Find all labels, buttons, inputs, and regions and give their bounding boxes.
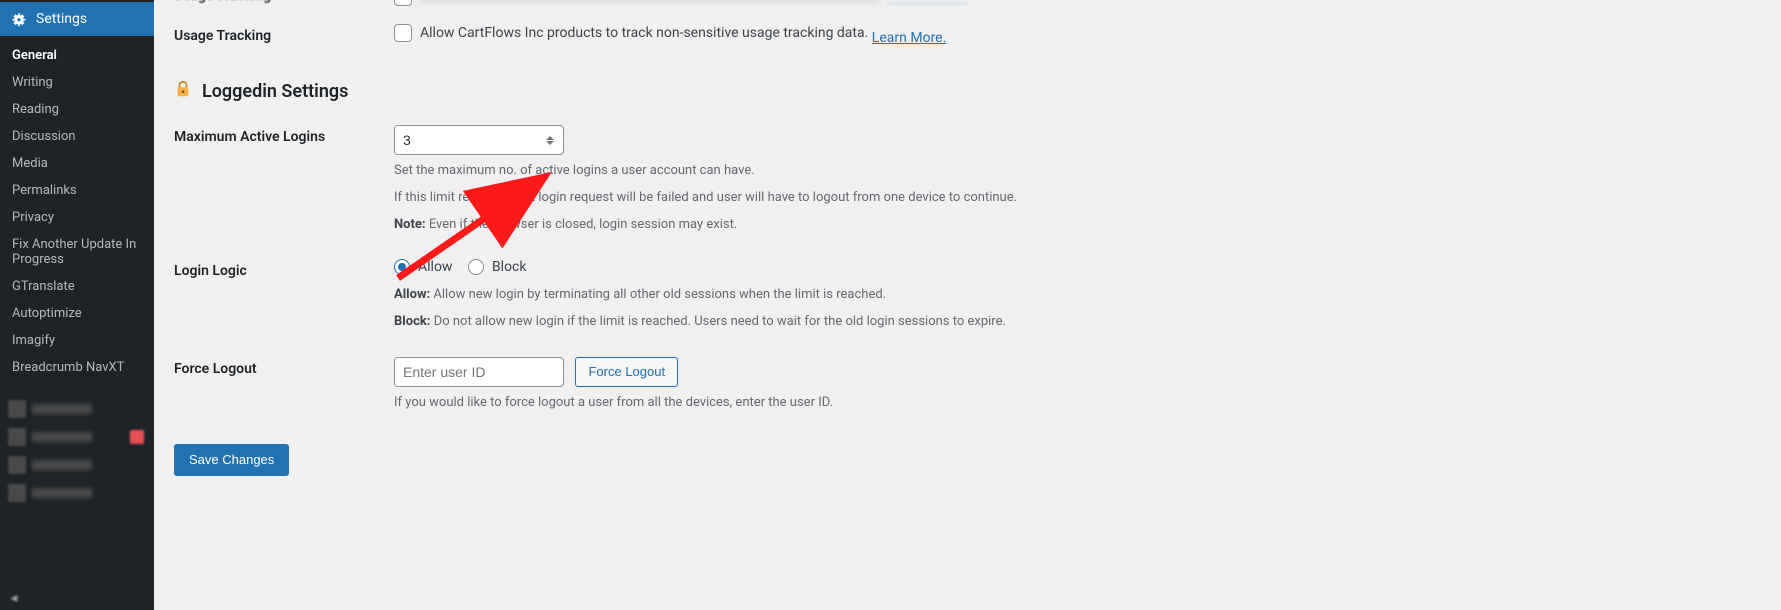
login-logic-allow-title: Allow:: [394, 287, 430, 302]
login-logic-label: Login Logic: [174, 259, 394, 279]
sidebar-item-fix-update[interactable]: Fix Another Update In Progress: [0, 231, 154, 273]
section-loggedin-heading: Loggedin Settings: [174, 80, 1761, 103]
max-logins-desc-2: If this limit reached, next login reques…: [394, 188, 1761, 209]
login-logic-allow-option[interactable]: Allow: [394, 259, 452, 275]
sidebar-item-privacy[interactable]: Privacy: [0, 204, 154, 231]
force-logout-desc: If you would like to force logout a user…: [394, 393, 1761, 414]
usage-tracking-text: Allow CartFlows Inc products to track no…: [420, 25, 868, 41]
settings-main: Usage Tracking Usage Tracking Allow Cart…: [154, 0, 1781, 610]
max-logins-note-text: Even if the browser is closed, login ses…: [426, 217, 738, 232]
login-logic-allow-desc: Allow: Allow new login by terminating al…: [394, 285, 1761, 306]
usage-tracking-label: Usage Tracking: [174, 24, 394, 44]
sidebar-item-imagify[interactable]: Imagify: [0, 327, 154, 354]
login-logic-block-option[interactable]: Block: [468, 259, 527, 275]
row-force-logout: Force Logout Force Logout If you would l…: [174, 345, 1761, 426]
sidebar-item-reading[interactable]: Reading: [0, 96, 154, 123]
section-heading-text: Loggedin Settings: [202, 81, 348, 102]
usage-tracking-learn-more-link[interactable]: Learn More.: [872, 30, 946, 46]
sidebar-item-media[interactable]: Media: [0, 150, 154, 177]
collapse-icon: ◄: [8, 591, 20, 605]
sidebar-item-gtranslate[interactable]: GTranslate: [0, 273, 154, 300]
force-logout-label: Force Logout: [174, 357, 394, 377]
force-logout-input[interactable]: [394, 357, 564, 387]
force-logout-button[interactable]: Force Logout: [575, 357, 678, 387]
truncated-row-checkbox[interactable]: [394, 0, 412, 6]
settings-icon: [10, 10, 28, 28]
login-logic-block-desc: Block: Do not allow new login if the lim…: [394, 312, 1761, 333]
row-usage-tracking-cartflows: Usage Tracking Allow CartFlows Inc produ…: [174, 12, 1761, 58]
truncated-row-link: [888, 0, 968, 4]
login-logic-allow-text: Allow new login by terminating all other…: [430, 287, 886, 302]
max-logins-desc-1: Set the maximum no. of active logins a u…: [394, 161, 1761, 182]
max-logins-label: Maximum Active Logins: [174, 125, 394, 145]
truncated-row-text: [420, 0, 880, 4]
row-max-logins: Maximum Active Logins Set the maximum no…: [174, 113, 1761, 247]
sidebar-item-discussion[interactable]: Discussion: [0, 123, 154, 150]
login-logic-block-label: Block: [492, 259, 527, 275]
login-logic-block-title: Block:: [394, 314, 430, 329]
login-logic-block-radio[interactable]: [468, 259, 484, 275]
sidebar-settings-label: Settings: [36, 11, 87, 27]
save-changes-button[interactable]: Save Changes: [174, 444, 289, 476]
login-logic-allow-radio[interactable]: [394, 259, 410, 275]
sidebar-submenu: General Writing Reading Discussion Media…: [0, 36, 154, 389]
login-logic-allow-label: Allow: [418, 259, 452, 275]
truncated-row: Usage Tracking: [174, 0, 1761, 12]
sidebar-blurred-group: [0, 389, 154, 507]
admin-sidebar: Settings General Writing Reading Discuss…: [0, 0, 154, 610]
sidebar-settings-menu[interactable]: Settings: [0, 2, 154, 36]
lock-icon: [174, 80, 192, 103]
sidebar-item-breadcrumb-navxt[interactable]: Breadcrumb NavXT: [0, 354, 154, 381]
max-logins-input[interactable]: [394, 125, 564, 155]
row-login-logic: Login Logic Allow Block Allow: Allow new…: [174, 247, 1761, 345]
truncated-row-label: Usage Tracking: [174, 0, 394, 4]
sidebar-item-general[interactable]: General: [0, 42, 154, 69]
sidebar-item-permalinks[interactable]: Permalinks: [0, 177, 154, 204]
usage-tracking-checkbox[interactable]: [394, 24, 412, 42]
sidebar-item-writing[interactable]: Writing: [0, 69, 154, 96]
max-logins-note: Note: Even if the browser is closed, log…: [394, 215, 1761, 236]
sidebar-collapse[interactable]: ◄: [0, 586, 154, 610]
max-logins-note-label: Note:: [394, 217, 426, 232]
usage-tracking-checkbox-label[interactable]: Allow CartFlows Inc products to track no…: [394, 24, 868, 42]
sidebar-item-autoptimize[interactable]: Autoptimize: [0, 300, 154, 327]
login-logic-block-text: Do not allow new login if the limit is r…: [430, 314, 1005, 329]
